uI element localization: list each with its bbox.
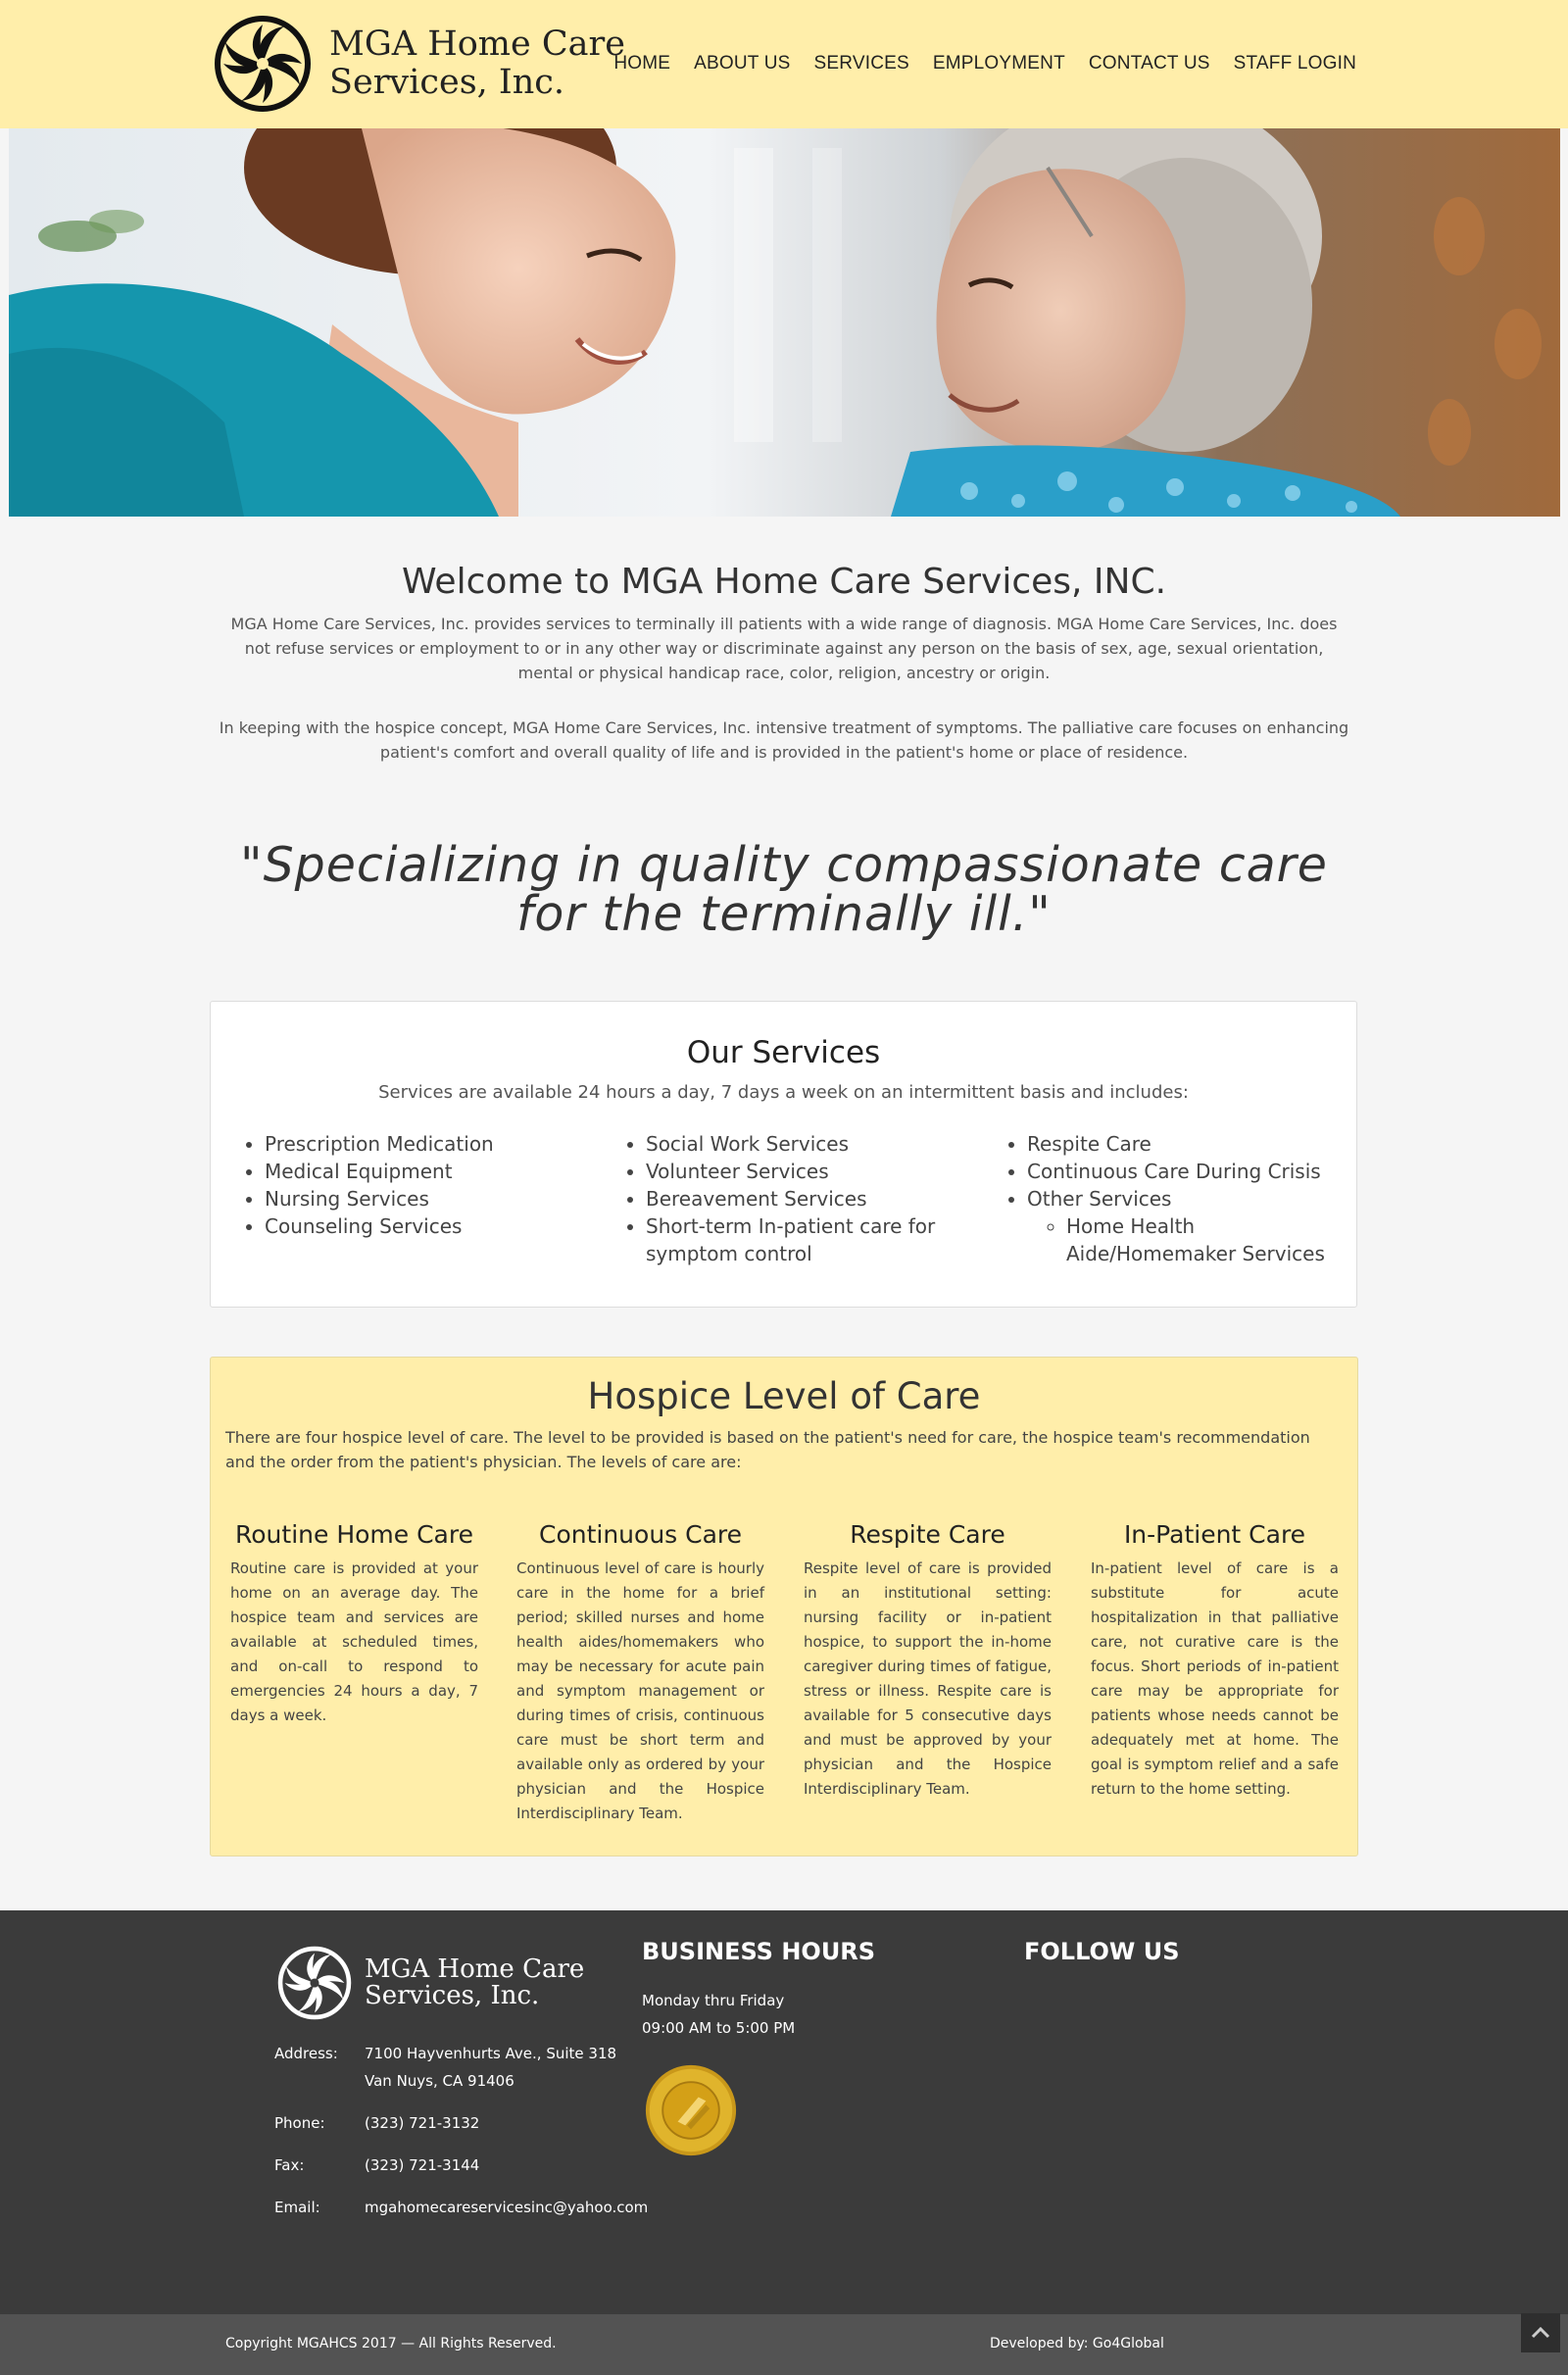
welcome-title: Welcome to MGA Home Care Services, INC. — [401, 562, 1167, 602]
hospice-title: Hospice Level of Care — [587, 1375, 981, 1417]
service-item: Social Work Services — [646, 1130, 948, 1158]
swirl-logo-icon — [215, 16, 311, 112]
service-item: Volunteer Services — [646, 1158, 948, 1185]
contact-info: Address: 7100 Hayvenhurts Ave., Suite 31… — [274, 2040, 648, 2236]
developer-credit[interactable]: Developed by: Go4Global — [990, 2336, 1164, 2351]
nav-contact-us[interactable]: CONTACT US — [1077, 53, 1222, 74]
level-title: Respite Care — [850, 1520, 1005, 1549]
service-item: Bereavement Services — [646, 1185, 948, 1212]
site-header: MGA Home Care Services, Inc. HOME ABOUT … — [0, 0, 1568, 128]
level-continuous-care: Continuous Care Continuous level of care… — [516, 1520, 764, 1826]
back-to-top-button[interactable] — [1521, 2313, 1560, 2352]
hero-image — [9, 128, 1560, 517]
level-text: Routine care is provided at your home on… — [230, 1559, 478, 1724]
follow-us-title: FOLLOW US — [1024, 1938, 1180, 1965]
caregiver-with-elderly-woman-photo-icon — [9, 128, 1560, 517]
phone-label: Phone: — [274, 2114, 325, 2132]
fax-row: Fax: (323) 721-3144 — [274, 2152, 629, 2179]
fax-value: (323) 721-3144 — [365, 2156, 480, 2174]
phone-value[interactable]: (323) 721-3132 — [365, 2109, 629, 2137]
welcome-paragraph-2: In keeping with the hospice concept, MGA… — [219, 718, 1349, 762]
email-row: Email: mgahomecareservicesinc@yahoo.com — [274, 2194, 648, 2221]
gold-seal-icon — [645, 2064, 737, 2156]
logo-line-2: Services, Inc. — [329, 63, 565, 102]
email-value[interactable]: mgahomecareservicesinc@yahoo.com — [365, 2194, 648, 2221]
nav-services[interactable]: SERVICES — [803, 53, 921, 74]
nav-home[interactable]: HOME — [602, 53, 682, 74]
tagline-quote: "Specializing in quality compassionate c… — [240, 837, 1328, 942]
business-hours-title: BUSINESS HOURS — [642, 1938, 876, 1965]
services-title: Our Services — [686, 1035, 881, 1070]
main-nav: HOME ABOUT US SERVICES EMPLOYMENT CONTAC… — [602, 53, 1356, 74]
level-in-patient-care: In-Patient Care In-patient level of care… — [1091, 1520, 1339, 1802]
service-item: Nursing Services — [265, 1185, 566, 1212]
services-intro: Services are available 24 hours a day, 7… — [378, 1082, 1189, 1103]
chevron-up-icon — [1531, 2326, 1550, 2339]
logo-text: MGA Home Care Services, Inc. — [329, 25, 625, 102]
service-item: Medical Equipment — [265, 1158, 566, 1185]
hours-days: Monday thru Friday — [642, 1992, 785, 2009]
footer-logo-text: MGA Home Care Services, Inc. — [365, 1956, 584, 2009]
phone-row: Phone: (323) 721-3132 — [274, 2109, 629, 2137]
service-item: Respite Care — [1027, 1130, 1329, 1158]
service-sub-item: Home Health Aide/Homemaker Services — [1066, 1212, 1329, 1267]
site-logo[interactable]: MGA Home Care Services, Inc. — [210, 15, 625, 113]
address-label: Address: — [274, 2045, 338, 2062]
level-title: In-Patient Care — [1123, 1520, 1306, 1549]
welcome-paragraph-1: MGA Home Care Services, Inc. provides se… — [230, 615, 1338, 682]
business-hours: Monday thru Friday 09:00 AM to 5:00 PM — [642, 1987, 795, 2042]
nav-employment[interactable]: EMPLOYMENT — [921, 53, 1077, 74]
service-item: Counseling Services — [265, 1212, 566, 1240]
footer-logo[interactable]: MGA Home Care Services, Inc. — [274, 1946, 584, 2020]
hospice-intro: There are four hospice level of care. Th… — [225, 1428, 1310, 1471]
level-text: In-patient level of care is a substitute… — [1091, 1559, 1339, 1798]
fax-label: Fax: — [274, 2156, 305, 2174]
nav-staff-login[interactable]: STAFF LOGIN — [1222, 53, 1356, 74]
level-text: Continuous level of care is hourly care … — [516, 1559, 764, 1822]
logo-line-1: MGA Home Care — [329, 25, 625, 64]
service-item: Continuous Care During Crisis — [1027, 1158, 1329, 1185]
services-column-1: Prescription Medication Medical Equipmen… — [243, 1130, 566, 1240]
email-label: Email: — [274, 2199, 320, 2216]
service-item: Prescription Medication — [265, 1130, 566, 1158]
level-title: Routine Home Care — [235, 1520, 473, 1549]
services-column-2: Social Work Services Volunteer Services … — [624, 1130, 948, 1267]
service-item: Short-term In-patient care for symptom c… — [646, 1212, 948, 1267]
swirl-logo-icon — [277, 1946, 352, 2020]
level-title: Continuous Care — [538, 1520, 743, 1549]
address-value: 7100 Hayvenhurts Ave., Suite 318 Van Nuy… — [365, 2045, 617, 2090]
level-routine-home-care: Routine Home Care Routine care is provid… — [230, 1520, 478, 1728]
footer-logo-line-1: MGA Home Care — [365, 1954, 585, 1984]
service-item-label: Other Services — [1027, 1187, 1172, 1211]
nav-about-us[interactable]: ABOUT US — [682, 53, 802, 74]
address-row: Address: 7100 Hayvenhurts Ave., Suite 31… — [274, 2040, 629, 2095]
footer-logo-line-2: Services, Inc. — [365, 1981, 540, 2010]
hours-time: 09:00 AM to 5:00 PM — [642, 2019, 796, 2037]
bottom-bar: Copyright MGAHCS 2017 — All Rights Reser… — [0, 2314, 1568, 2375]
copyright: Copyright MGAHCS 2017 — All Rights Reser… — [225, 2336, 557, 2351]
services-card: Our Services Services are available 24 h… — [210, 1001, 1357, 1308]
services-column-3: Respite Care Continuous Care During Cris… — [1005, 1130, 1329, 1267]
level-respite-care: Respite Care Respite level of care is pr… — [804, 1520, 1052, 1802]
service-item-other: Other Services Home Health Aide/Homemake… — [1027, 1185, 1329, 1267]
site-footer: MGA Home Care Services, Inc. Address: 71… — [0, 1910, 1568, 2314]
hospice-level-card: Hospice Level of Care There are four hos… — [210, 1357, 1358, 1856]
level-text: Respite level of care is provided in an … — [804, 1559, 1052, 1798]
